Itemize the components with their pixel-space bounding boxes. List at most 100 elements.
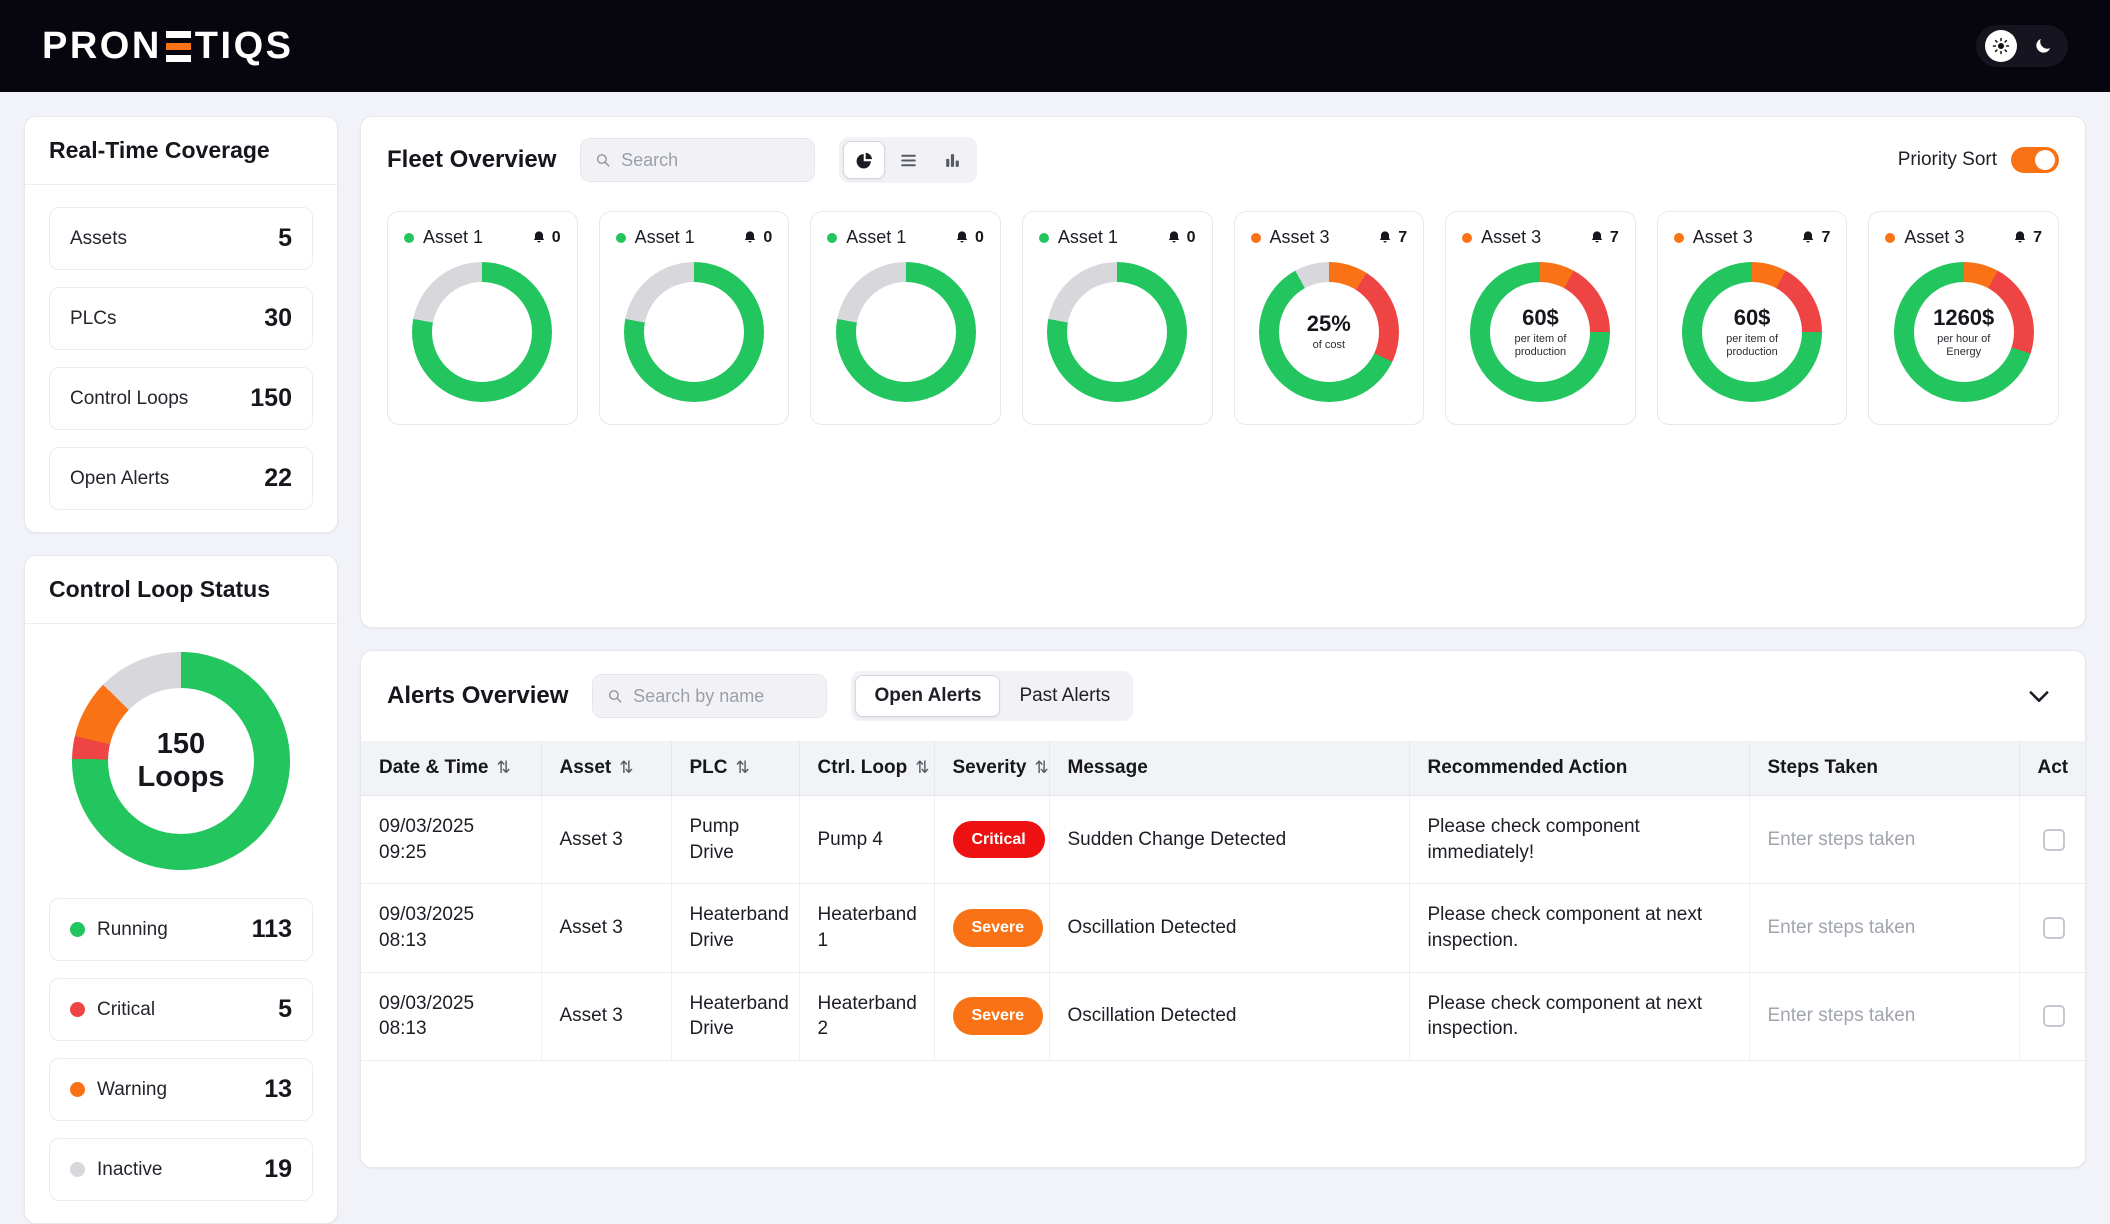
asset-name: Asset 3 (1481, 227, 1541, 248)
sort-icon[interactable]: ⇅ (1034, 758, 1048, 777)
cell-plc: Heaterband Drive (671, 972, 799, 1060)
priority-sort: Priority Sort (1898, 147, 2059, 173)
realtime-coverage-card: Real-Time Coverage Assets 5 PLCs 30 Cont… (24, 116, 338, 533)
alerts-overview-panel: Alerts Overview Open Alerts Past Alerts (360, 650, 2086, 1168)
acknowledge-checkbox[interactable] (2043, 1005, 2065, 1027)
asset-status-dot (1039, 233, 1049, 243)
col-date-time[interactable]: Date & Time⇅ (361, 741, 541, 796)
steps-taken-input[interactable] (1768, 1005, 2001, 1027)
fleet-search-input[interactable] (621, 150, 800, 171)
sort-icon[interactable]: ⇅ (736, 758, 750, 777)
critical-status-dot (70, 1002, 85, 1017)
pie-view-button[interactable] (843, 141, 885, 179)
donut-center-value: 60$ (1734, 305, 1771, 331)
logo-text-prefix: PRON (42, 25, 162, 68)
legend-row-critical: Critical 5 (49, 978, 313, 1041)
sort-icon[interactable]: ⇅ (496, 758, 510, 777)
asset-name: Asset 3 (1904, 227, 1964, 248)
collapse-panel-button[interactable] (2019, 676, 2059, 716)
asset-card[interactable]: Asset 1 0 (810, 211, 1001, 425)
alerts-search-input[interactable] (633, 686, 812, 707)
bar-chart-icon (943, 151, 962, 170)
coverage-title: Real-Time Coverage (25, 117, 337, 185)
priority-sort-toggle[interactable] (2011, 147, 2059, 173)
col-message: Message (1049, 741, 1409, 796)
cell-act (2019, 796, 2086, 884)
legend-value: 113 (252, 915, 292, 944)
cell-action: Please check component at next inspectio… (1409, 972, 1749, 1060)
stat-row-assets: Assets 5 (49, 207, 313, 270)
asset-card[interactable]: Asset 3 7 60$per item of production (1657, 211, 1848, 425)
running-status-dot (70, 922, 85, 937)
stat-row-plcs: PLCs 30 (49, 287, 313, 350)
asset-status-dot (616, 233, 626, 243)
search-icon (607, 687, 623, 705)
steps-taken-input[interactable] (1768, 829, 2001, 851)
col-severity[interactable]: Severity⇅ (934, 741, 1049, 796)
acknowledge-checkbox[interactable] (2043, 917, 2065, 939)
stat-value: 30 (264, 304, 292, 333)
col-recommended-action: Recommended Action (1409, 741, 1749, 796)
steps-taken-input[interactable] (1768, 917, 2001, 939)
stat-label: PLCs (70, 308, 116, 330)
acknowledge-checkbox[interactable] (2043, 829, 2065, 851)
sort-icon[interactable]: ⇅ (619, 758, 633, 777)
app-header: PRON TIQS (0, 0, 2110, 92)
alerts-table: Date & Time⇅ Asset⇅ PLC⇅ Ctrl. Loop⇅ Sev… (361, 741, 2086, 1061)
loop-status-donut-chart: 150 Loops (72, 652, 290, 870)
alerts-title: Alerts Overview (387, 682, 568, 710)
sort-icon[interactable]: ⇅ (915, 758, 929, 777)
tab-open-alerts[interactable]: Open Alerts (855, 675, 1000, 717)
severity-badge: Severe (953, 997, 1044, 1035)
bell-icon (1800, 230, 1816, 246)
bell-icon (531, 230, 547, 246)
tab-past-alerts[interactable]: Past Alerts (1000, 675, 1129, 717)
asset-alert-count: 0 (954, 229, 984, 247)
asset-alert-count: 7 (1589, 229, 1619, 247)
stat-label: Assets (70, 228, 127, 250)
list-view-button[interactable] (887, 141, 929, 179)
donut-center-value: 25% (1307, 311, 1351, 337)
sidebar: Real-Time Coverage Assets 5 PLCs 30 Cont… (24, 116, 338, 1168)
asset-donut-chart: 1260$per hour of Energy (1894, 262, 2034, 402)
severity-badge: Severe (953, 909, 1044, 947)
cell-message: Oscillation Detected (1049, 884, 1409, 972)
stat-value: 5 (278, 224, 292, 253)
light-mode-button[interactable] (1985, 30, 2017, 62)
main-content: Fleet Overview (360, 116, 2086, 1168)
col-asset[interactable]: Asset⇅ (541, 741, 671, 796)
fleet-view-toggle (839, 137, 977, 183)
asset-card[interactable]: Asset 1 0 (1022, 211, 1213, 425)
asset-card[interactable]: Asset 1 0 (387, 211, 578, 425)
donut-center: 150 Loops (108, 688, 254, 834)
stat-label: Open Alerts (70, 468, 169, 490)
bar-view-button[interactable] (931, 141, 973, 179)
cell-asset: Asset 3 (541, 972, 671, 1060)
cell-steps (1749, 796, 2019, 884)
col-plc[interactable]: PLC⇅ (671, 741, 799, 796)
fleet-search[interactable] (580, 138, 815, 182)
loop-count-label: Loops (138, 761, 225, 794)
asset-name: Asset 3 (1693, 227, 1753, 248)
alerts-search[interactable] (592, 674, 827, 718)
theme-toggle[interactable] (1976, 25, 2068, 67)
col-ctrl-loop[interactable]: Ctrl. Loop⇅ (799, 741, 934, 796)
donut-center-value: 60$ (1522, 305, 1559, 331)
col-act: Act (2019, 741, 2086, 796)
asset-card[interactable]: Asset 3 7 25%of cost (1234, 211, 1425, 425)
asset-alert-count: 0 (742, 229, 772, 247)
cell-asset: Asset 3 (541, 796, 671, 884)
bell-icon (1589, 230, 1605, 246)
cell-datetime: 09/03/2025 08:13 (361, 972, 541, 1060)
bell-icon (954, 230, 970, 246)
asset-name: Asset 1 (1058, 227, 1118, 248)
chevron-down-icon (2025, 682, 2053, 710)
priority-sort-label: Priority Sort (1898, 149, 1997, 171)
asset-card[interactable]: Asset 1 0 (599, 211, 790, 425)
table-row: 09/03/2025 09:25 Asset 3 Pump Drive Pump… (361, 796, 2086, 884)
col-steps-taken: Steps Taken (1749, 741, 2019, 796)
asset-card[interactable]: Asset 3 7 60$per item of production (1445, 211, 1636, 425)
asset-card[interactable]: Asset 3 7 1260$per hour of Energy (1868, 211, 2059, 425)
asset-alert-count: 0 (531, 229, 561, 247)
dark-mode-button[interactable] (2027, 30, 2059, 62)
